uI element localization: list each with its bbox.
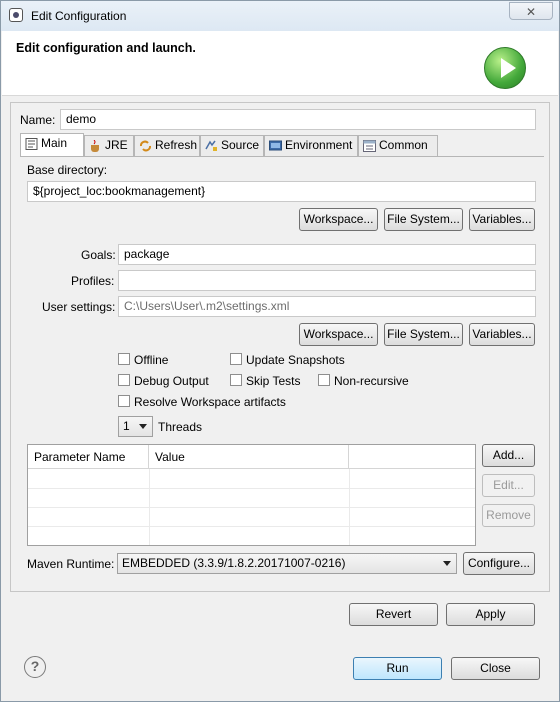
base-directory-input[interactable]: ${project_loc:bookmanagement}	[27, 181, 536, 202]
title-bar: Edit Configuration ✕	[1, 1, 559, 31]
jre-icon	[91, 140, 99, 152]
column-value[interactable]: Value	[149, 445, 349, 469]
debug-output-label: Debug Output	[134, 374, 209, 388]
tab-jre-label: JRE	[105, 138, 128, 152]
window-title: Edit Configuration	[31, 9, 127, 23]
column-divider	[349, 469, 350, 545]
tab-environment-label: Environment	[285, 138, 353, 152]
tab-common[interactable]: Common	[358, 135, 438, 156]
tab-refresh[interactable]: Refresh	[134, 135, 200, 156]
source-icon	[205, 140, 217, 151]
tab-common-label: Common	[379, 138, 428, 152]
goals-label: Goals:	[81, 248, 116, 262]
profiles-input[interactable]	[118, 270, 536, 291]
maven-runtime-label: Maven Runtime:	[27, 557, 115, 571]
main-icon	[25, 138, 38, 150]
tab-main[interactable]: Main	[20, 133, 84, 157]
add-parameter-button[interactable]: Add...	[482, 444, 535, 467]
environment-icon	[269, 140, 282, 151]
update-snapshots-label: Update Snapshots	[246, 353, 345, 367]
tab-jre[interactable]: JRE	[84, 135, 134, 156]
column-filler	[349, 445, 475, 469]
tab-environment[interactable]: Environment	[264, 135, 358, 156]
table-row	[28, 469, 475, 489]
skip-tests-label: Skip Tests	[246, 374, 301, 388]
settings-workspace-button[interactable]: Workspace...	[299, 323, 378, 346]
tab-main-label: Main	[41, 136, 68, 150]
threads-label: Threads	[158, 420, 203, 434]
common-icon	[363, 140, 376, 152]
close-button[interactable]: Close	[451, 657, 540, 680]
column-divider	[149, 469, 150, 545]
debug-output-checkbox[interactable]	[118, 374, 130, 386]
table-row	[28, 488, 475, 508]
tab-refresh-label: Refresh	[155, 138, 198, 152]
update-snapshots-checkbox[interactable]	[230, 353, 242, 365]
settings-file-system-button[interactable]: File System...	[384, 323, 463, 346]
non-recursive-label: Non-recursive	[334, 374, 409, 388]
base-workspace-button[interactable]: Workspace...	[299, 208, 378, 231]
offline-checkbox[interactable]	[118, 353, 130, 365]
column-parameter-name[interactable]: Parameter Name	[28, 445, 149, 469]
base-directory-label: Base directory:	[27, 163, 108, 177]
refresh-icon	[140, 140, 151, 152]
maven-runtime-select[interactable]: EMBEDDED (3.3.9/1.8.2.20171007-0216)	[117, 553, 457, 574]
apply-button[interactable]: Apply	[446, 603, 535, 626]
tab-source[interactable]: Source	[200, 135, 264, 156]
configure-runtime-button[interactable]: Configure...	[463, 552, 535, 575]
threads-value: 1	[123, 419, 130, 433]
name-input[interactable]: demo	[60, 109, 536, 130]
resolve-workspace-label: Resolve Workspace artifacts	[134, 395, 286, 409]
dialog-header: Edit configuration and launch.	[2, 31, 558, 96]
goals-input[interactable]: package	[118, 244, 536, 265]
edit-parameter-button[interactable]: Edit...	[482, 474, 535, 497]
user-settings-label: User settings:	[42, 300, 116, 314]
eclipse-app-icon	[9, 8, 23, 22]
chevron-down-icon	[139, 424, 147, 429]
base-file-system-button[interactable]: File System...	[384, 208, 463, 231]
name-label: Name:	[20, 113, 56, 127]
user-settings-input[interactable]: C:\Users\User\.m2\settings.xml	[118, 296, 536, 317]
resolve-workspace-checkbox[interactable]	[118, 395, 130, 407]
skip-tests-checkbox[interactable]	[230, 374, 242, 386]
header-title: Edit configuration and launch.	[16, 41, 196, 55]
run-launch-icon	[484, 47, 526, 89]
parameter-table[interactable]: Parameter Name Value	[27, 444, 476, 546]
profiles-label: Profiles:	[71, 274, 115, 288]
maven-runtime-value: EMBEDDED (3.3.9/1.8.2.20171007-0216)	[122, 556, 346, 570]
settings-variables-button[interactable]: Variables...	[469, 323, 535, 346]
run-button[interactable]: Run	[353, 657, 442, 680]
help-icon[interactable]: ?	[24, 656, 46, 678]
revert-button[interactable]: Revert	[349, 603, 438, 626]
window-close-button[interactable]: ✕	[509, 2, 553, 20]
table-row	[28, 526, 475, 545]
remove-parameter-button[interactable]: Remove	[482, 504, 535, 527]
chevron-down-icon	[443, 561, 451, 566]
non-recursive-checkbox[interactable]	[318, 374, 330, 386]
threads-select[interactable]: 1	[118, 416, 153, 437]
base-variables-button[interactable]: Variables...	[469, 208, 535, 231]
tab-source-label: Source	[221, 138, 260, 152]
offline-label: Offline	[134, 353, 169, 367]
table-row	[28, 507, 475, 527]
